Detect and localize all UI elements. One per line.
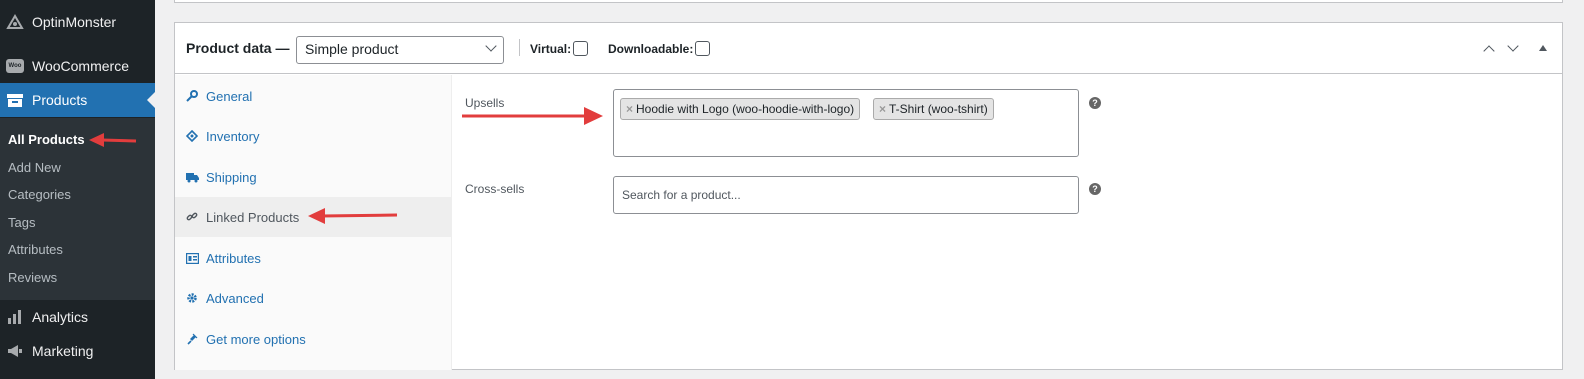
tab-label: Advanced [206, 290, 264, 306]
truck-icon [185, 170, 199, 184]
menu-optinmonster[interactable]: OptinMonster [0, 5, 155, 39]
help-icon[interactable]: ? [1089, 97, 1101, 109]
attributes-icon [185, 251, 199, 265]
chevron-down-icon [1507, 39, 1519, 52]
tab-label: Get more options [206, 331, 306, 347]
triangle-up-icon [1539, 45, 1547, 51]
submenu-add-new[interactable]: Add New [8, 160, 61, 175]
annotation-arrow-all-products [89, 133, 137, 147]
upsell-chip: × T-Shirt (woo-tshirt) [873, 98, 994, 120]
tab-advanced[interactable]: Advanced [175, 278, 452, 318]
woocommerce-icon: Woo [5, 56, 25, 76]
tab-label: Attributes [206, 250, 261, 266]
chevron-down-icon [485, 40, 497, 52]
tab-label: General [206, 88, 253, 104]
submenu-categories[interactable]: Categories [8, 187, 71, 202]
optinmonster-icon [5, 12, 25, 32]
help-icon[interactable]: ? [1089, 183, 1101, 195]
plugin-icon [185, 332, 199, 346]
header-divider [519, 39, 520, 56]
tab-label: Shipping [206, 169, 257, 185]
upsell-chip-label: T-Shirt (woo-tshirt) [889, 102, 988, 116]
menu-woocommerce-label: WooCommerce [32, 58, 129, 74]
move-up-button[interactable] [1478, 37, 1500, 59]
megaphone-icon [5, 341, 25, 361]
menu-analytics[interactable]: Analytics [0, 300, 155, 334]
submenu-reviews[interactable]: Reviews [8, 270, 57, 285]
tab-get-more-options[interactable]: Get more options [175, 319, 452, 359]
remove-chip-icon[interactable]: × [626, 102, 633, 116]
collapse-toggle-button[interactable] [1532, 37, 1554, 59]
crosssells-search-input[interactable]: Search for a product... [613, 176, 1079, 214]
wrench-icon [185, 89, 199, 103]
products-icon [5, 90, 25, 110]
submenu-all-products[interactable]: All Products [8, 132, 85, 147]
product-type-select[interactable]: Simple product [296, 36, 504, 64]
submenu-tags[interactable]: Tags [8, 215, 35, 230]
remove-chip-icon[interactable]: × [879, 102, 886, 116]
product-data-postbox: Product data — Simple product Virtual: D… [174, 22, 1563, 370]
upsells-select[interactable]: × Hoodie with Logo (woo-hoodie-with-logo)… [613, 89, 1079, 157]
virtual-checkbox[interactable] [573, 41, 589, 56]
downloadable-label: Downloadable: [608, 41, 694, 56]
postbox-header: Product data — Simple product Virtual: D… [175, 23, 1562, 74]
crosssells-label: Cross-sells [465, 182, 525, 196]
link-icon [185, 210, 199, 224]
tab-general[interactable]: General [175, 76, 452, 116]
tab-label: Linked Products [206, 209, 300, 225]
menu-products[interactable]: Products [0, 83, 155, 117]
menu-analytics-label: Analytics [32, 309, 89, 325]
virtual-label: Virtual: [530, 41, 572, 56]
chevron-up-icon [1483, 44, 1495, 57]
annotation-arrow-upsells [462, 107, 603, 125]
menu-woocommerce[interactable]: Woo WooCommerce [0, 49, 155, 83]
virtual-option: Virtual: [530, 41, 589, 56]
tab-shipping[interactable]: Shipping [175, 157, 452, 197]
annotation-arrow-linked-products [308, 208, 398, 224]
upsell-chip: × Hoodie with Logo (woo-hoodie-with-logo) [620, 98, 861, 120]
menu-optinmonster-label: OptinMonster [32, 14, 117, 30]
tab-inventory[interactable]: Inventory [175, 116, 452, 156]
upsell-chip-label: Hoodie with Logo (woo-hoodie-with-logo) [636, 102, 855, 116]
inventory-icon [185, 129, 199, 143]
downloadable-checkbox[interactable] [695, 41, 711, 56]
tab-attributes[interactable]: Attributes [175, 238, 452, 278]
downloadable-option: Downloadable: [608, 41, 711, 56]
submenu-attributes[interactable]: Attributes [8, 242, 63, 257]
product-type-value: Simple product [305, 41, 399, 57]
product-data-title: Product data — [186, 40, 290, 56]
tab-label: Inventory [206, 128, 260, 144]
move-down-button[interactable] [1502, 37, 1524, 59]
analytics-icon [5, 307, 25, 327]
menu-products-label: Products [32, 92, 88, 108]
gear-icon [185, 291, 199, 305]
previous-postbox-edge [174, 0, 1563, 3]
admin-sidebar: OptinMonster Woo WooCommerce Products Al… [0, 0, 155, 379]
menu-marketing[interactable]: Marketing [0, 334, 155, 368]
menu-marketing-label: Marketing [32, 343, 94, 359]
